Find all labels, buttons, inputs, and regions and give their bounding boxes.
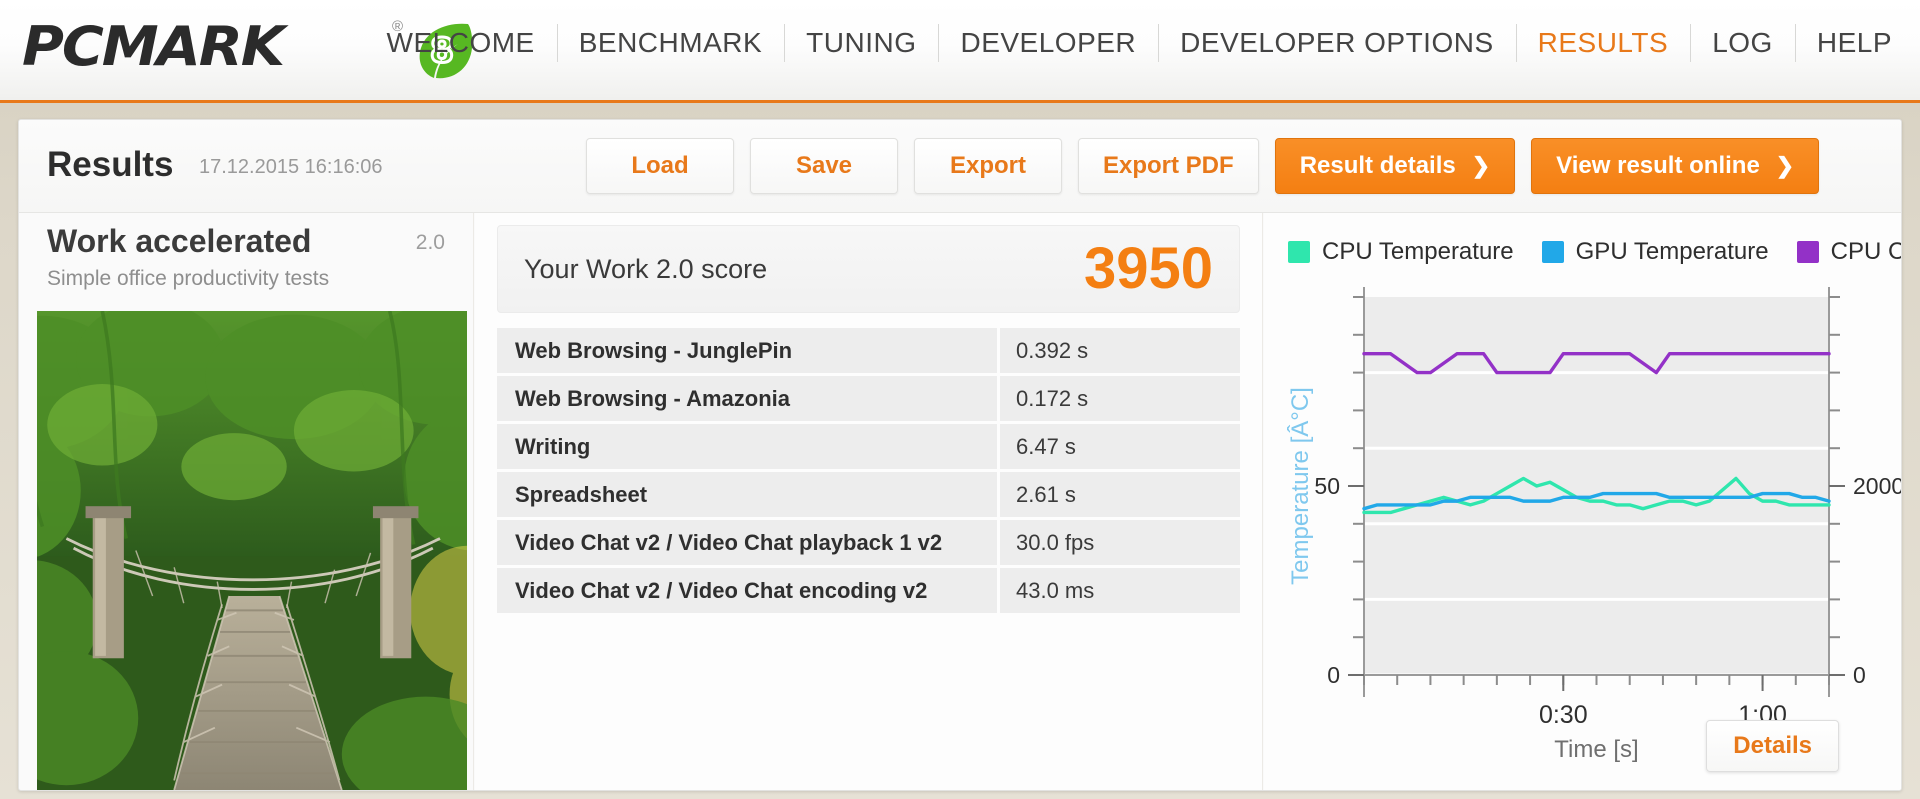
benchmark-subtitle: Simple office productivity tests — [47, 267, 330, 290]
nav-item-results[interactable]: RESULTS — [1515, 22, 1691, 64]
table-row: Web Browsing - Amazonia 0.172 s — [497, 376, 1240, 421]
benchmark-name: Work accelerated — [47, 223, 312, 259]
svg-text:2000: 2000 — [1853, 473, 1902, 499]
result-details-label: Result details — [1299, 152, 1456, 179]
table-cell-label: Video Chat v2 / Video Chat playback 1 v2 — [497, 520, 997, 565]
table-cell-value: 43.0 ms — [997, 568, 1240, 613]
benchmark-version: 2.0 — [415, 231, 445, 254]
results-toolbar: Load Save Export Export PDF Result detai… — [586, 138, 1820, 194]
logo-wordmark: PCMARK — [22, 14, 285, 78]
svg-text:Temperature [Â°C]: Temperature [Â°C] — [1287, 387, 1314, 585]
table-row: Spreadsheet 2.61 s — [497, 472, 1240, 517]
page-background: Results 17.12.2015 16:16:06 Load Save Ex… — [0, 103, 1920, 799]
legend-swatch-icon — [1796, 241, 1819, 263]
view-result-online-button[interactable]: View result online ❯ — [1531, 138, 1820, 194]
nav-item-help[interactable]: HELP — [1794, 22, 1914, 64]
nav-item-developer-options[interactable]: DEVELOPER OPTIONS — [1158, 22, 1515, 64]
table-cell-label: Web Browsing - Amazonia — [497, 376, 997, 421]
score-card: Your Work 2.0 score 3950 — [497, 225, 1240, 313]
svg-text:0:30: 0:30 — [1539, 701, 1588, 729]
legend-swatch-icon — [1541, 241, 1564, 263]
monitoring-chart-column: CPU Temperature GPU Temperature CPU Cloc… — [1264, 213, 1901, 790]
svg-text:0: 0 — [1853, 662, 1866, 688]
results-table: Web Browsing - JunglePin 0.392 s Web Bro… — [497, 325, 1240, 616]
legend-item-cpu-temperature[interactable]: CPU Temperature — [1288, 238, 1514, 266]
top-navigation-bar: PCMARK ® 8 WELCOME BENCHMARK TUNING DEVE… — [0, 0, 1920, 103]
table-cell-value: 6.47 s — [997, 424, 1240, 469]
legend-label: CPU Clock — [1830, 238, 1901, 265]
score-and-results-column: Your Work 2.0 score 3950 Web Browsing - … — [475, 213, 1263, 790]
table-row: Writing 6.47 s — [497, 424, 1240, 469]
legend-item-gpu-temperature[interactable]: GPU Temperature — [1541, 238, 1769, 266]
export-pdf-button[interactable]: Export PDF — [1078, 138, 1259, 194]
app-logo: PCMARK ® 8 — [22, 12, 473, 80]
table-row: Web Browsing - JunglePin 0.392 s — [497, 328, 1240, 373]
monitoring-chart: 0 50 0 2000 0:30 1:00 Time [s] Temperature [Â°C… — [1264, 275, 1901, 790]
legend-item-cpu-clock[interactable]: CPU Clock — [1796, 238, 1901, 266]
view-result-online-label: View result online — [1556, 152, 1760, 179]
result-timestamp: 17.12.2015 16:16:06 — [199, 156, 383, 178]
load-button[interactable]: Load — [586, 138, 734, 194]
score-value: 3950 — [1083, 236, 1213, 301]
nav-item-developer[interactable]: DEVELOPER — [938, 22, 1158, 64]
details-button[interactable]: Details — [1706, 720, 1839, 772]
nav-item-log[interactable]: LOG — [1690, 22, 1795, 64]
legend-swatch-icon — [1288, 241, 1310, 263]
table-cell-value: 0.172 s — [997, 376, 1240, 421]
nav-item-welcome[interactable]: WELCOME — [365, 22, 557, 64]
table-cell-label: Video Chat v2 / Video Chat encoding v2 — [497, 568, 997, 613]
results-panel: Results 17.12.2015 16:16:06 Load Save Ex… — [18, 119, 1902, 791]
table-cell-value: 0.392 s — [997, 328, 1240, 373]
results-header: Results 17.12.2015 16:16:06 Load Save Ex… — [19, 120, 1901, 213]
chart-legend: CPU Temperature GPU Temperature CPU Cloc… — [1288, 229, 1901, 275]
legend-label: GPU Temperature — [1575, 238, 1769, 265]
save-button[interactable]: Save — [750, 138, 898, 194]
chevron-right-icon: ❯ — [1775, 153, 1795, 178]
benchmark-photo — [37, 311, 467, 790]
table-cell-label: Web Browsing - JunglePin — [497, 328, 997, 373]
table-cell-value: 2.61 s — [997, 472, 1240, 517]
result-details-button[interactable]: Result details ❯ — [1274, 138, 1516, 194]
chevron-right-icon: ❯ — [1471, 153, 1491, 178]
table-row: Video Chat v2 / Video Chat playback 1 v2… — [497, 520, 1240, 565]
svg-text:50: 50 — [1314, 473, 1340, 499]
table-cell-label: Spreadsheet — [497, 472, 997, 517]
nav-item-benchmark[interactable]: BENCHMARK — [556, 22, 784, 64]
page-title: Results — [47, 145, 174, 184]
export-button[interactable]: Export — [914, 138, 1062, 194]
table-cell-value: 30.0 fps — [997, 520, 1240, 565]
benchmark-summary-column: Work accelerated Simple office productiv… — [19, 213, 474, 790]
score-label: Your Work 2.0 score — [524, 253, 768, 284]
svg-text:Time [s]: Time [s] — [1554, 736, 1638, 763]
legend-label: CPU Temperature — [1322, 238, 1514, 265]
nav-item-tuning[interactable]: TUNING — [784, 22, 938, 64]
svg-text:0: 0 — [1327, 662, 1340, 688]
table-row: Video Chat v2 / Video Chat encoding v2 4… — [497, 568, 1240, 613]
main-nav[interactable]: WELCOME BENCHMARK TUNING DEVELOPER DEVEL… — [365, 22, 1914, 82]
table-cell-label: Writing — [497, 424, 997, 469]
